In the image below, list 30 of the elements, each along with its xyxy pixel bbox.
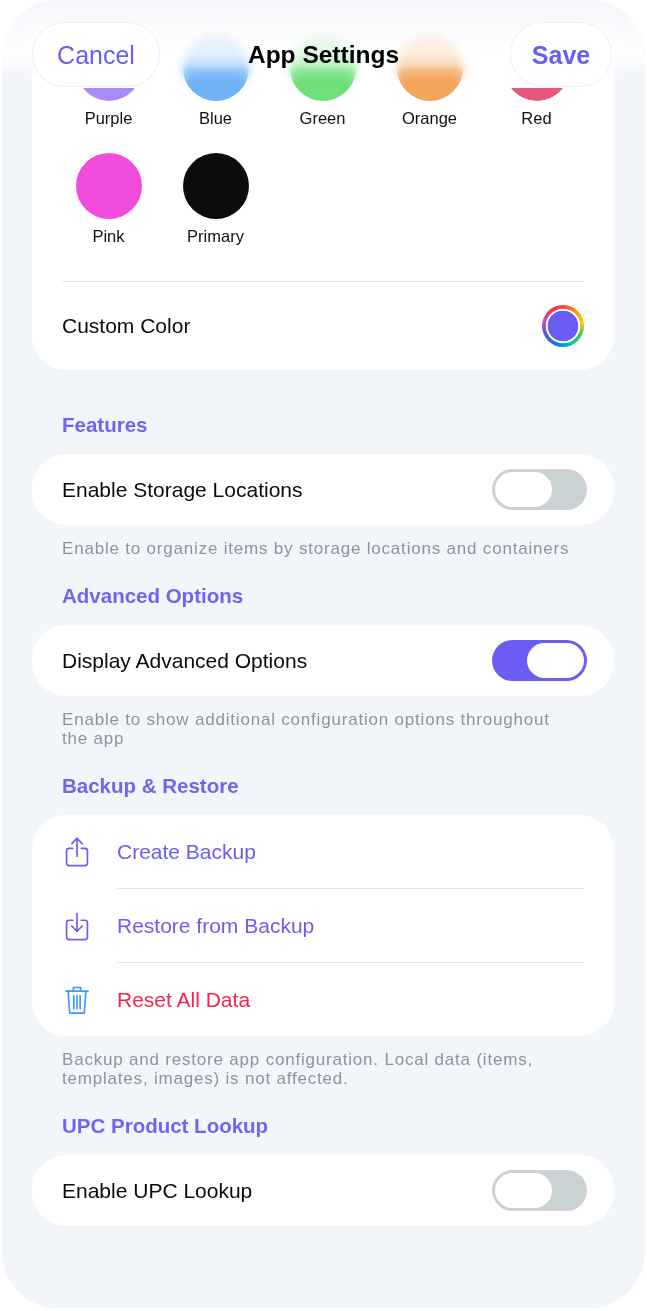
swatch-label: Blue [199, 108, 232, 128]
swatch-label: Green [299, 108, 346, 128]
setting-label: Enable Storage Locations [62, 477, 303, 502]
swatch-label: Red [521, 108, 552, 128]
section-footer: Backup and restore app configuration. Local data (items, templates, images) is not affected. [62, 1050, 574, 1088]
swatch-label: Purple [84, 108, 133, 128]
setting-label: Enable UPC Lookup [62, 1178, 253, 1203]
nav-title: App Settings [247, 41, 400, 69]
section-header: Backup & Restore [62, 774, 240, 798]
setting-label: Display Advanced Options [62, 648, 308, 673]
swatch-label: Primary [187, 226, 244, 246]
trash-icon [65, 984, 89, 1015]
share-icon [65, 836, 89, 867]
color-swatch-icon[interactable] [396, 35, 463, 101]
toggle-switch[interactable] [492, 640, 587, 681]
section-footer: Enable to show additional configuration options throughout the app [62, 710, 574, 748]
section-header: Advanced Options [62, 584, 245, 608]
swatch-label: Orange [401, 108, 457, 128]
reset-button[interactable]: Reset All Data [32, 963, 614, 1036]
color-picker-icon[interactable] [542, 305, 584, 347]
toggle-switch[interactable] [492, 1170, 587, 1211]
section-footer: Enable to organize items by storage locations and containers [62, 539, 574, 558]
create-backup-button[interactable]: Create Backup [32, 815, 614, 888]
swatch-label: Pink [92, 226, 125, 246]
download-icon [65, 910, 89, 941]
restore-button[interactable]: Restore from Backup [32, 889, 614, 962]
section-header: UPC Product Lookup [62, 1114, 270, 1138]
setting-label: Custom Color [62, 314, 191, 338]
toggle-switch[interactable] [492, 469, 587, 510]
section-header: Features [62, 413, 149, 437]
